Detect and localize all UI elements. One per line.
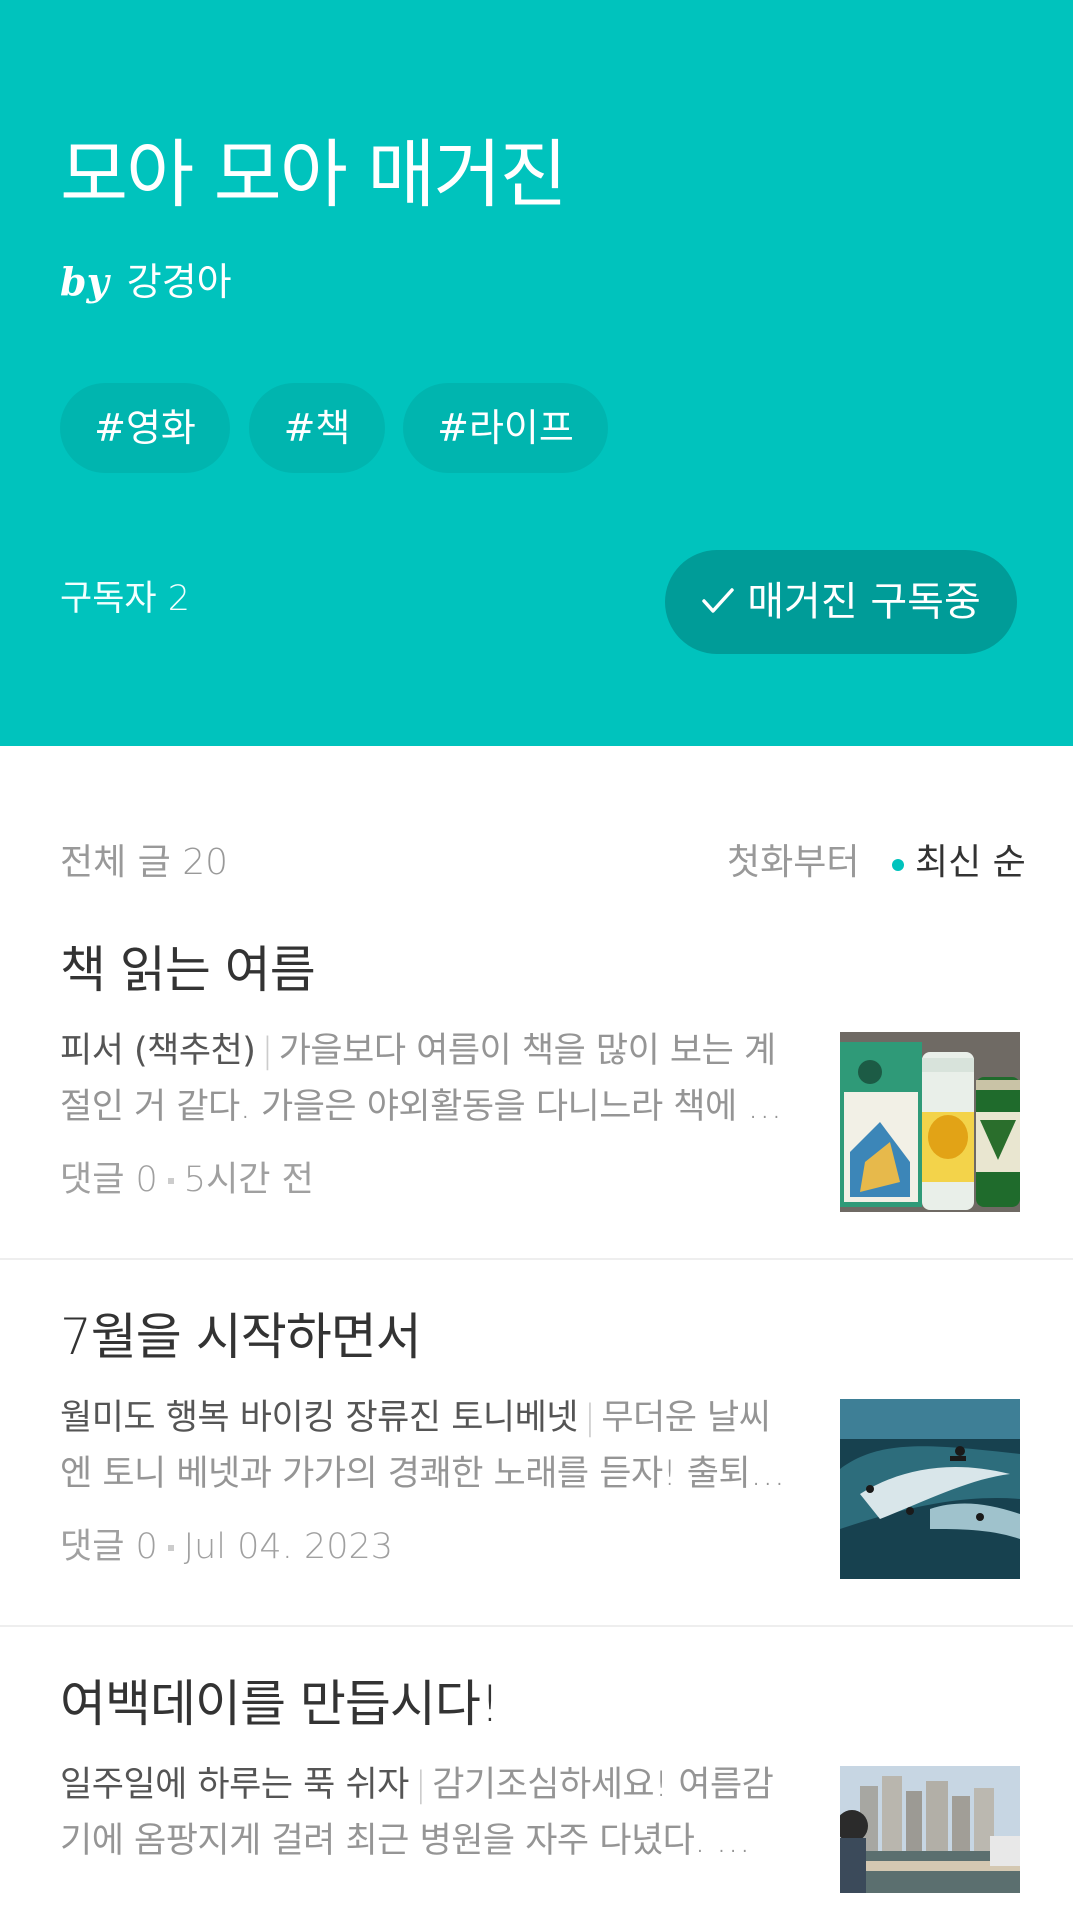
separator: | <box>414 1765 427 1805</box>
sort-latest-first[interactable]: 최신 순 <box>915 838 1026 888</box>
separator: | <box>584 1398 596 1438</box>
post-excerpt: 피서 (책추천) | 가을보다 여름이 책을 많이 보는 계절인 거 같다. 가을은… <box>60 1023 790 1135</box>
surfers-on-wave-photo <box>840 1399 1020 1579</box>
post-subtitle: 일주일에 하루는 푹 쉬자 <box>60 1765 409 1805</box>
tag-life[interactable]: #라이프 <box>403 383 608 473</box>
check-icon <box>702 588 734 613</box>
book-and-beer-photo <box>840 1032 1020 1212</box>
post-meta: 댓글 0 Jul 04. 2023 <box>60 1522 393 1572</box>
list-header: 전체 글 20 첫화부터 최신 순 <box>0 838 1073 888</box>
post-excerpt: 일주일에 하루는 푹 쉬자 | 감기조심하세요! 여름감기에 옴팡지게 걸려 최근 … <box>60 1757 790 1869</box>
subscriber-count[interactable]: 구독자 2 <box>60 576 190 622</box>
tag-movie[interactable]: #영화 <box>60 383 230 473</box>
post-item[interactable]: 책 읽는 여름 피서 (책추천) | 가을보다 여름이 책을 많이 보는 계절인 거… <box>0 935 1073 1260</box>
post-date: 5시간 전 <box>183 1160 314 1200</box>
magazine-header: 모아 모아 매거진 by 강경아 #영화 #책 #라이프 구독자 2 매거진 구… <box>0 0 1073 746</box>
waterfront-city-photo <box>840 1766 1020 1893</box>
post-date: Jul 04. 2023 <box>183 1527 394 1567</box>
total-post-count: 전체 글 20 <box>60 842 229 883</box>
comment-count: 댓글 0 <box>60 1160 158 1200</box>
subscribe-button[interactable]: 매거진 구독중 <box>665 550 1017 654</box>
separator: | <box>261 1031 273 1071</box>
magazine-title: 모아 모아 매거진 <box>60 132 568 218</box>
meta-dot <box>167 1178 174 1184</box>
post-title: 7월을 시작하면서 <box>60 1308 422 1366</box>
post-subtitle: 월미도 행복 바이킹 장류진 토니베넷 <box>60 1398 579 1438</box>
post-subtitle: 피서 (책추천) <box>60 1031 256 1071</box>
byline: by 강경아 <box>60 257 232 307</box>
post-title: 책 읽는 여름 <box>60 941 316 999</box>
post-item[interactable]: 7월을 시작하면서 월미도 행복 바이킹 장류진 토니베넷 | 무더운 날씨엔 토니… <box>0 1302 1073 1627</box>
sort-oldest-first[interactable]: 첫화부터 <box>727 838 859 888</box>
subscribe-button-label: 매거진 구독중 <box>747 579 981 625</box>
post-item[interactable]: 여백데이를 만듭시다! 일주일에 하루는 푹 쉬자 | 감기조심하세요! 여름감기에… <box>0 1669 1073 1929</box>
post-meta: 댓글 0 5시간 전 <box>60 1155 314 1205</box>
post-title: 여백데이를 만듭시다! <box>60 1675 500 1733</box>
tag-book[interactable]: #책 <box>249 383 385 473</box>
selected-sort-dot <box>892 859 904 871</box>
by-label: by <box>60 259 109 304</box>
author-link[interactable]: 강경아 <box>127 260 232 304</box>
meta-dot <box>167 1545 174 1551</box>
comment-count: 댓글 0 <box>60 1527 158 1567</box>
post-excerpt: 월미도 행복 바이킹 장류진 토니베넷 | 무더운 날씨엔 토니 베넷과 가가의 경… <box>60 1390 790 1502</box>
